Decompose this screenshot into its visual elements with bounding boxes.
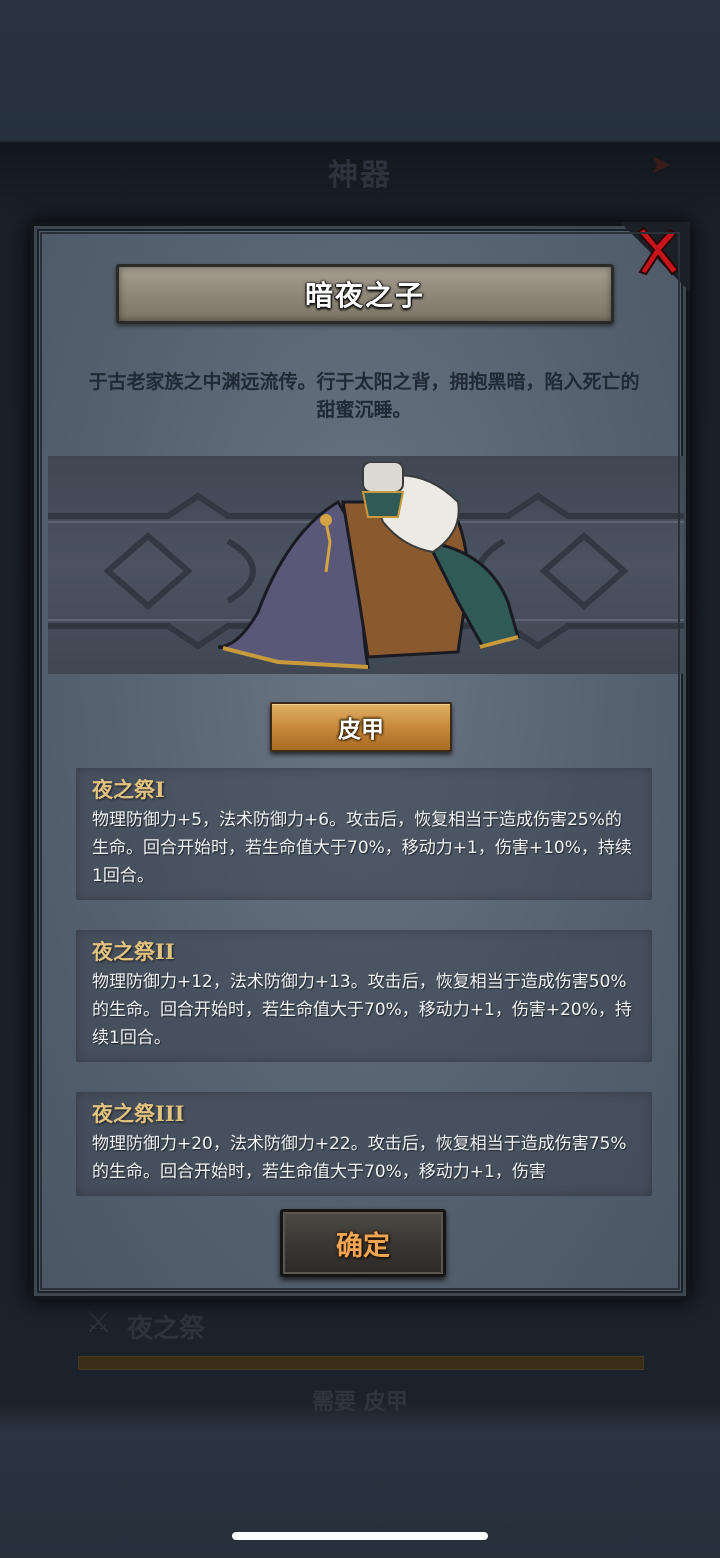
dialog-title: 暗夜之子 — [304, 279, 425, 312]
skill-name: 夜之祭I — [92, 777, 165, 802]
artifact-dialog: 暗夜之子 于古老家族之中渊远流传。行于太阳之背，拥抱黑暗，陷入死亡的甜蜜沉睡。 — [30, 222, 690, 1300]
background-page-title: 神器 — [328, 158, 392, 193]
skill-card: 夜之祭I 物理防御力+5，法术防御力+6。攻击后，恢复相当于造成伤害25%的生命… — [76, 768, 652, 900]
item-description: 于古老家族之中渊远流传。行于太阳之背，拥抱黑暗，陷入死亡的甜蜜沉睡。 — [88, 371, 640, 421]
background-skill-text: 夜之祭 — [127, 1314, 206, 1344]
skill-card: 夜之祭III 物理防御力+20，法术防御力+22。攻击后，恢复相当于造成伤害75… — [76, 1092, 652, 1196]
leather-armor-icon — [218, 462, 520, 669]
close-x-icon — [636, 226, 680, 276]
sword-icon: ⚔ — [85, 1305, 112, 1340]
skill-name: 夜之祭II — [92, 939, 175, 964]
background-progress-bar — [78, 1356, 644, 1370]
back-arrow-icon: ➤ — [650, 150, 672, 180]
skill-list[interactable]: 夜之祭I 物理防御力+5，法术防御力+6。攻击后，恢复相当于造成伤害25%的生命… — [76, 768, 652, 1196]
skill-description: 物理防御力+5，法术防御力+6。攻击后，恢复相当于造成伤害25%的生命。回合开始… — [92, 810, 632, 886]
item-type-label: 皮甲 — [338, 717, 384, 743]
close-button[interactable] — [630, 224, 682, 280]
confirm-label: 确定 — [336, 1230, 390, 1262]
confirm-button[interactable]: 确定 — [280, 1209, 446, 1277]
item-type-button[interactable]: 皮甲 — [270, 702, 452, 752]
skill-name: 夜之祭III — [92, 1101, 185, 1126]
skill-description: 物理防御力+12，法术防御力+13。攻击后，恢复相当于造成伤害50%的生命。回合… — [92, 972, 632, 1048]
dialog-title-plate: 暗夜之子 — [116, 264, 614, 324]
item-banner — [48, 456, 684, 674]
skill-description: 物理防御力+20，法术防御力+22。攻击后，恢复相当于造成伤害75%的生命。回合… — [92, 1134, 627, 1182]
background-requirement: 需要 皮甲 — [312, 1390, 408, 1415]
home-indicator[interactable] — [232, 1532, 488, 1540]
skill-card: 夜之祭II 物理防御力+12，法术防御力+13。攻击后，恢复相当于造成伤害50%… — [76, 930, 652, 1062]
